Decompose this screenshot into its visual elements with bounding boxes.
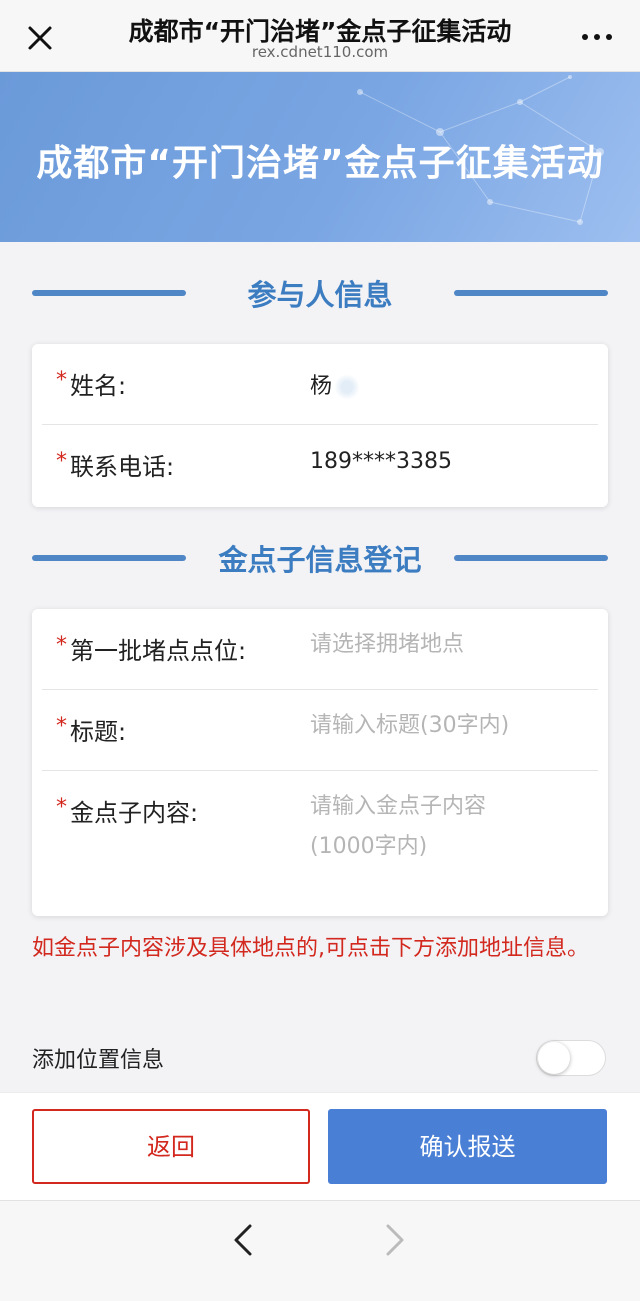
location-notice: 如金点子内容涉及具体地点的,可点击下方添加地址信息。 bbox=[32, 936, 589, 961]
content-textarea[interactable]: 请输入金点子内容 (1000字内) bbox=[310, 787, 486, 867]
title-row[interactable]: * 标题: 请输入标题(30字内) bbox=[42, 690, 598, 771]
required-mark: * bbox=[56, 449, 67, 474]
browser-navbar: 成都市“开门治堵”金点子征集活动 rex.cdnet110.com bbox=[0, 0, 640, 72]
page-url: rex.cdnet110.com bbox=[251, 43, 389, 61]
phone-field[interactable]: 189****3385 bbox=[310, 449, 452, 474]
hero-banner: 成都市“开门治堵”金点子征集活动 bbox=[0, 72, 640, 242]
heading-line-right bbox=[454, 555, 608, 561]
participant-card: * 姓名: 杨 * 联系电话: 189****3385 bbox=[32, 344, 608, 507]
required-mark: * bbox=[56, 714, 67, 739]
required-mark: * bbox=[56, 795, 67, 820]
forward-arrow-icon[interactable] bbox=[384, 1223, 406, 1257]
close-icon[interactable] bbox=[22, 20, 58, 56]
location-row[interactable]: * 第一批堵点点位: 请选择拥堵地点 bbox=[42, 609, 598, 690]
content-placeholder-line2: (1000字内) bbox=[310, 834, 428, 859]
more-icon[interactable] bbox=[580, 27, 614, 47]
section-title: 参与人信息 bbox=[247, 278, 393, 312]
submit-button[interactable]: 确认报送 bbox=[328, 1109, 607, 1184]
action-bar: 返回 确认报送 bbox=[0, 1092, 640, 1200]
name-row[interactable]: * 姓名: 杨 bbox=[42, 344, 598, 425]
back-arrow-icon[interactable] bbox=[232, 1223, 254, 1257]
content-label: 金点子内容: bbox=[70, 799, 199, 827]
heading-line-left bbox=[32, 555, 186, 561]
name-label: 姓名: bbox=[70, 372, 127, 400]
name-field[interactable]: 杨 bbox=[310, 368, 361, 400]
required-mark: * bbox=[56, 368, 67, 393]
phone-row[interactable]: * 联系电话: 189****3385 bbox=[42, 425, 598, 506]
required-mark: * bbox=[56, 633, 67, 658]
section-title: 金点子信息登记 bbox=[218, 543, 422, 577]
phone-label: 联系电话: bbox=[70, 453, 175, 481]
title-input[interactable]: 请输入标题(30字内) bbox=[310, 706, 509, 746]
section-heading-idea: 金点子信息登记 bbox=[32, 537, 608, 577]
heading-line-left bbox=[32, 290, 186, 296]
name-value: 杨 bbox=[310, 374, 333, 399]
location-select[interactable]: 请选择拥堵地点 bbox=[310, 625, 464, 665]
section-heading-participant: 参与人信息 bbox=[32, 272, 608, 312]
location-toggle-label: 添加位置信息 bbox=[32, 1048, 165, 1073]
location-toggle[interactable] bbox=[536, 1040, 606, 1076]
content-row[interactable]: * 金点子内容: 请输入金点子内容 (1000字内) bbox=[42, 771, 598, 911]
redaction-blur bbox=[334, 374, 361, 400]
browser-bottom-bar bbox=[0, 1200, 640, 1301]
location-toggle-row: 添加位置信息 bbox=[32, 1040, 608, 1080]
title-label: 标题: bbox=[70, 718, 127, 746]
back-button[interactable]: 返回 bbox=[32, 1109, 310, 1184]
content-placeholder-line1: 请输入金点子内容 bbox=[310, 794, 487, 819]
idea-card: * 第一批堵点点位: 请选择拥堵地点 * 标题: 请输入标题(30字内) * 金… bbox=[32, 609, 608, 916]
location-label: 第一批堵点点位: bbox=[70, 637, 247, 665]
banner-title: 成都市“开门治堵”金点子征集活动 bbox=[36, 143, 604, 184]
toggle-knob bbox=[538, 1042, 570, 1074]
heading-line-right bbox=[454, 290, 608, 296]
